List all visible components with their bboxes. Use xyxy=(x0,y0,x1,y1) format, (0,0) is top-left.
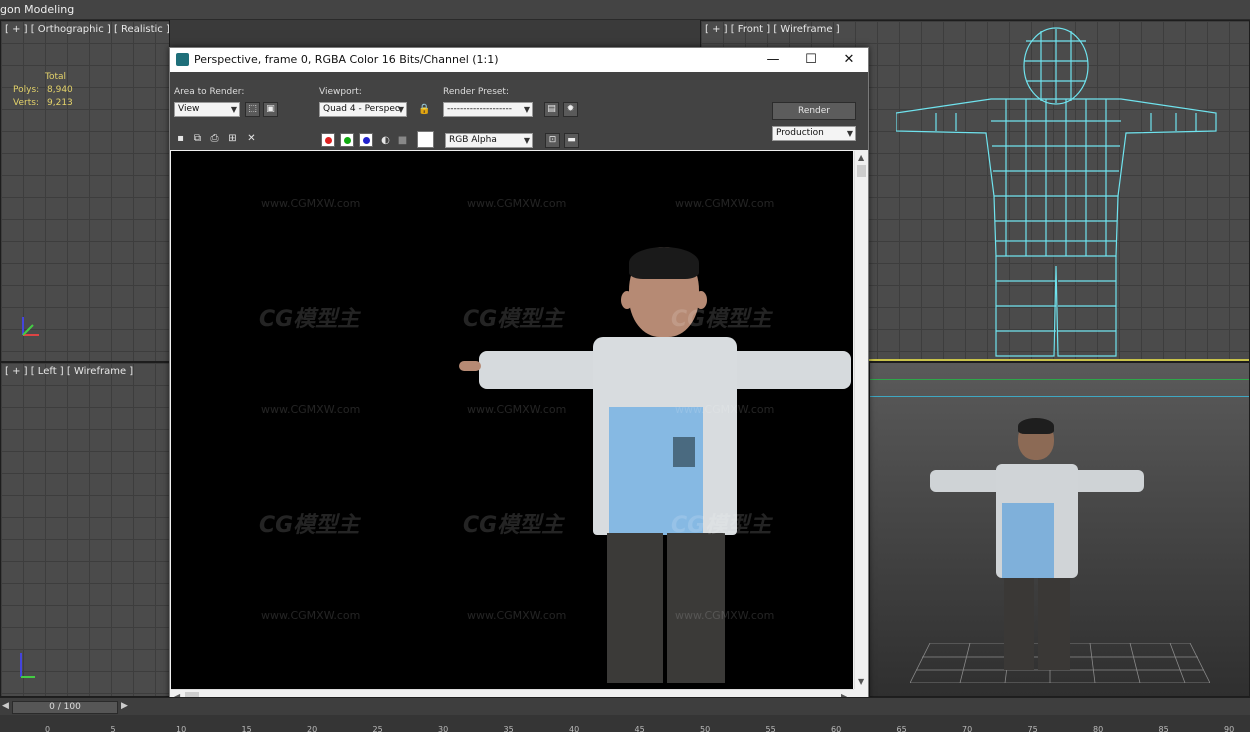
timeline-tick: 70 xyxy=(962,725,973,732)
watermark-url: www.CGMXW.com xyxy=(675,609,775,622)
clone-window-icon[interactable]: ⧉ xyxy=(191,132,204,145)
viewport-dropdown[interactable]: Quad 4 - Perspec ▼ xyxy=(319,102,407,117)
timeline-tick: 25 xyxy=(372,725,383,732)
viewport-label[interactable]: [ + ] [ Front ] [ Wireframe ] xyxy=(705,24,840,35)
timeline: ◀ 0 / 100 ▶ 0 5 10 15 20 25 30 35 40 45 50 55 60 65 70… xyxy=(0,697,1250,732)
timeline-tick: 60 xyxy=(831,725,842,732)
timeline-tick: 80 xyxy=(1093,725,1104,732)
watermark-url: www.CGMXW.com xyxy=(261,403,361,416)
axis-gizmo-icon xyxy=(20,653,35,678)
watermark-logo: CG模型主 xyxy=(463,513,564,538)
timeline-tick: 55 xyxy=(765,725,776,732)
copy-image-icon[interactable]: ⊞ xyxy=(226,132,239,145)
watermark-logo: CG模型主 xyxy=(259,513,360,538)
timeline-tick: 90 xyxy=(1224,725,1235,732)
timeline-tick: 0 xyxy=(45,725,51,732)
render-preset-label: Render Preset: xyxy=(443,87,509,97)
watermark-url: www.CGMXW.com xyxy=(467,197,567,210)
watermark-logo: CG模型主 xyxy=(671,513,772,538)
minimize-button[interactable]: — xyxy=(754,48,792,72)
scroll-up-icon[interactable]: ▲ xyxy=(858,153,864,162)
lock-icon[interactable]: 🔒 xyxy=(418,103,431,116)
watermark-url: www.CGMXW.com xyxy=(261,197,361,210)
environment-icon[interactable]: ✹ xyxy=(563,102,578,117)
auto-region-icon[interactable]: ▣ xyxy=(263,102,278,117)
guide-line xyxy=(870,396,1249,397)
green-channel-toggle[interactable] xyxy=(340,133,354,147)
render-window-titlebar[interactable]: Perspective, frame 0, RGBA Color 16 Bits… xyxy=(170,48,868,72)
print-icon[interactable]: ⎙ xyxy=(208,132,221,145)
swatch-color[interactable] xyxy=(417,131,434,148)
maximize-button[interactable]: ☐ xyxy=(792,48,830,72)
timeline-tick: 85 xyxy=(1158,725,1169,732)
timeline-tick: 50 xyxy=(700,725,711,732)
channel-display-dropdown[interactable]: RGB Alpha ▼ xyxy=(445,133,533,148)
timeline-tick: 35 xyxy=(503,725,514,732)
viewport-left[interactable]: [ + ] [ Left ] [ Wireframe ] xyxy=(0,362,170,697)
menu-bar: gon Modeling xyxy=(0,0,1250,20)
viewport-perspective[interactable] xyxy=(869,362,1250,697)
viewport-orthographic[interactable]: [ + ] [ Orthographic ] [ Realistic ] Tot… xyxy=(0,20,170,362)
poly-stats: Total Polys: 8,940 Verts: 9,213 xyxy=(13,71,73,110)
stats-total-label: Total xyxy=(45,72,67,82)
timeline-tick: 75 xyxy=(1027,725,1038,732)
scroll-down-icon[interactable]: ▼ xyxy=(858,677,864,686)
red-channel-toggle[interactable] xyxy=(321,133,335,147)
timeline-tick: 15 xyxy=(241,725,252,732)
watermark-logo: CG模型主 xyxy=(671,307,772,332)
watermark-url: www.CGMXW.com xyxy=(467,403,567,416)
stats-verts: Verts: 9,213 xyxy=(13,98,73,108)
timeline-tick: 45 xyxy=(634,725,645,732)
app-icon xyxy=(176,53,189,66)
timeline-tick: 5 xyxy=(110,725,116,732)
render-button[interactable]: Render xyxy=(772,102,856,120)
timeline-tick: 40 xyxy=(569,725,580,732)
wireframe-figure xyxy=(896,27,1217,357)
timeline-tick: 30 xyxy=(438,725,449,732)
clear-icon[interactable]: ✕ xyxy=(245,132,258,145)
time-slider[interactable]: 0 / 100 xyxy=(12,701,118,714)
render-setup-icon[interactable]: ▤ xyxy=(544,102,559,117)
area-to-render-dropdown[interactable]: View ▼ xyxy=(174,102,240,117)
scroll-thumb[interactable] xyxy=(857,165,866,177)
vertical-scrollbar[interactable]: ▲ ▼ xyxy=(854,151,868,689)
save-image-icon[interactable]: ▪ xyxy=(174,132,187,145)
watermark-url: www.CGMXW.com xyxy=(261,609,361,622)
watermark-url: www.CGMXW.com xyxy=(675,403,775,416)
render-frame-window[interactable]: Perspective, frame 0, RGBA Color 16 Bits… xyxy=(169,47,869,704)
production-dropdown[interactable]: Production ▼ xyxy=(772,126,856,141)
track-bar[interactable]: 0 5 10 15 20 25 30 35 40 45 50 55 60 65 70 75 80 85 90 xyxy=(0,715,1250,732)
area-to-render-label: Area to Render: xyxy=(174,87,245,97)
render-canvas[interactable]: www.CGMXW.com www.CGMXW.com www.CGMXW.co… xyxy=(171,151,853,689)
next-frame-icon[interactable]: ▶ xyxy=(121,701,128,711)
alpha-toggle-icon[interactable]: ◐ xyxy=(379,134,392,147)
watermark-url: www.CGMXW.com xyxy=(675,197,775,210)
toggle-ui-overlays-icon[interactable]: ⊡ xyxy=(545,133,560,148)
character-preview xyxy=(922,418,1152,678)
timeline-tick: 20 xyxy=(307,725,318,732)
edit-region-icon[interactable]: ⬚ xyxy=(245,102,260,117)
timeline-tick: 65 xyxy=(896,725,907,732)
render-preset-dropdown[interactable]: -------------------- ▼ xyxy=(443,102,533,117)
prev-frame-icon[interactable]: ◀ xyxy=(2,701,9,711)
stats-polys: Polys: 8,940 xyxy=(13,85,73,95)
timeline-tick: 10 xyxy=(176,725,187,732)
toggle-ui-icon[interactable]: ▬ xyxy=(564,133,579,148)
viewport-label-text: Viewport: xyxy=(319,87,362,97)
viewport-label[interactable]: [ + ] [ Orthographic ] [ Realistic ] xyxy=(5,24,169,35)
watermark-logo: CG模型主 xyxy=(463,307,564,332)
guide-line xyxy=(870,379,1249,380)
mono-toggle-icon[interactable]: ■ xyxy=(396,134,409,147)
close-button[interactable]: ✕ xyxy=(830,48,868,72)
render-window-title: Perspective, frame 0, RGBA Color 16 Bits… xyxy=(194,53,499,66)
watermark-url: www.CGMXW.com xyxy=(467,609,567,622)
watermark-logo: CG模型主 xyxy=(259,307,360,332)
blue-channel-toggle[interactable] xyxy=(359,133,373,147)
viewport-label[interactable]: [ + ] [ Left ] [ Wireframe ] xyxy=(5,366,133,377)
axis-gizmo-icon xyxy=(22,317,39,336)
ribbon-title[interactable]: gon Modeling xyxy=(0,3,74,16)
